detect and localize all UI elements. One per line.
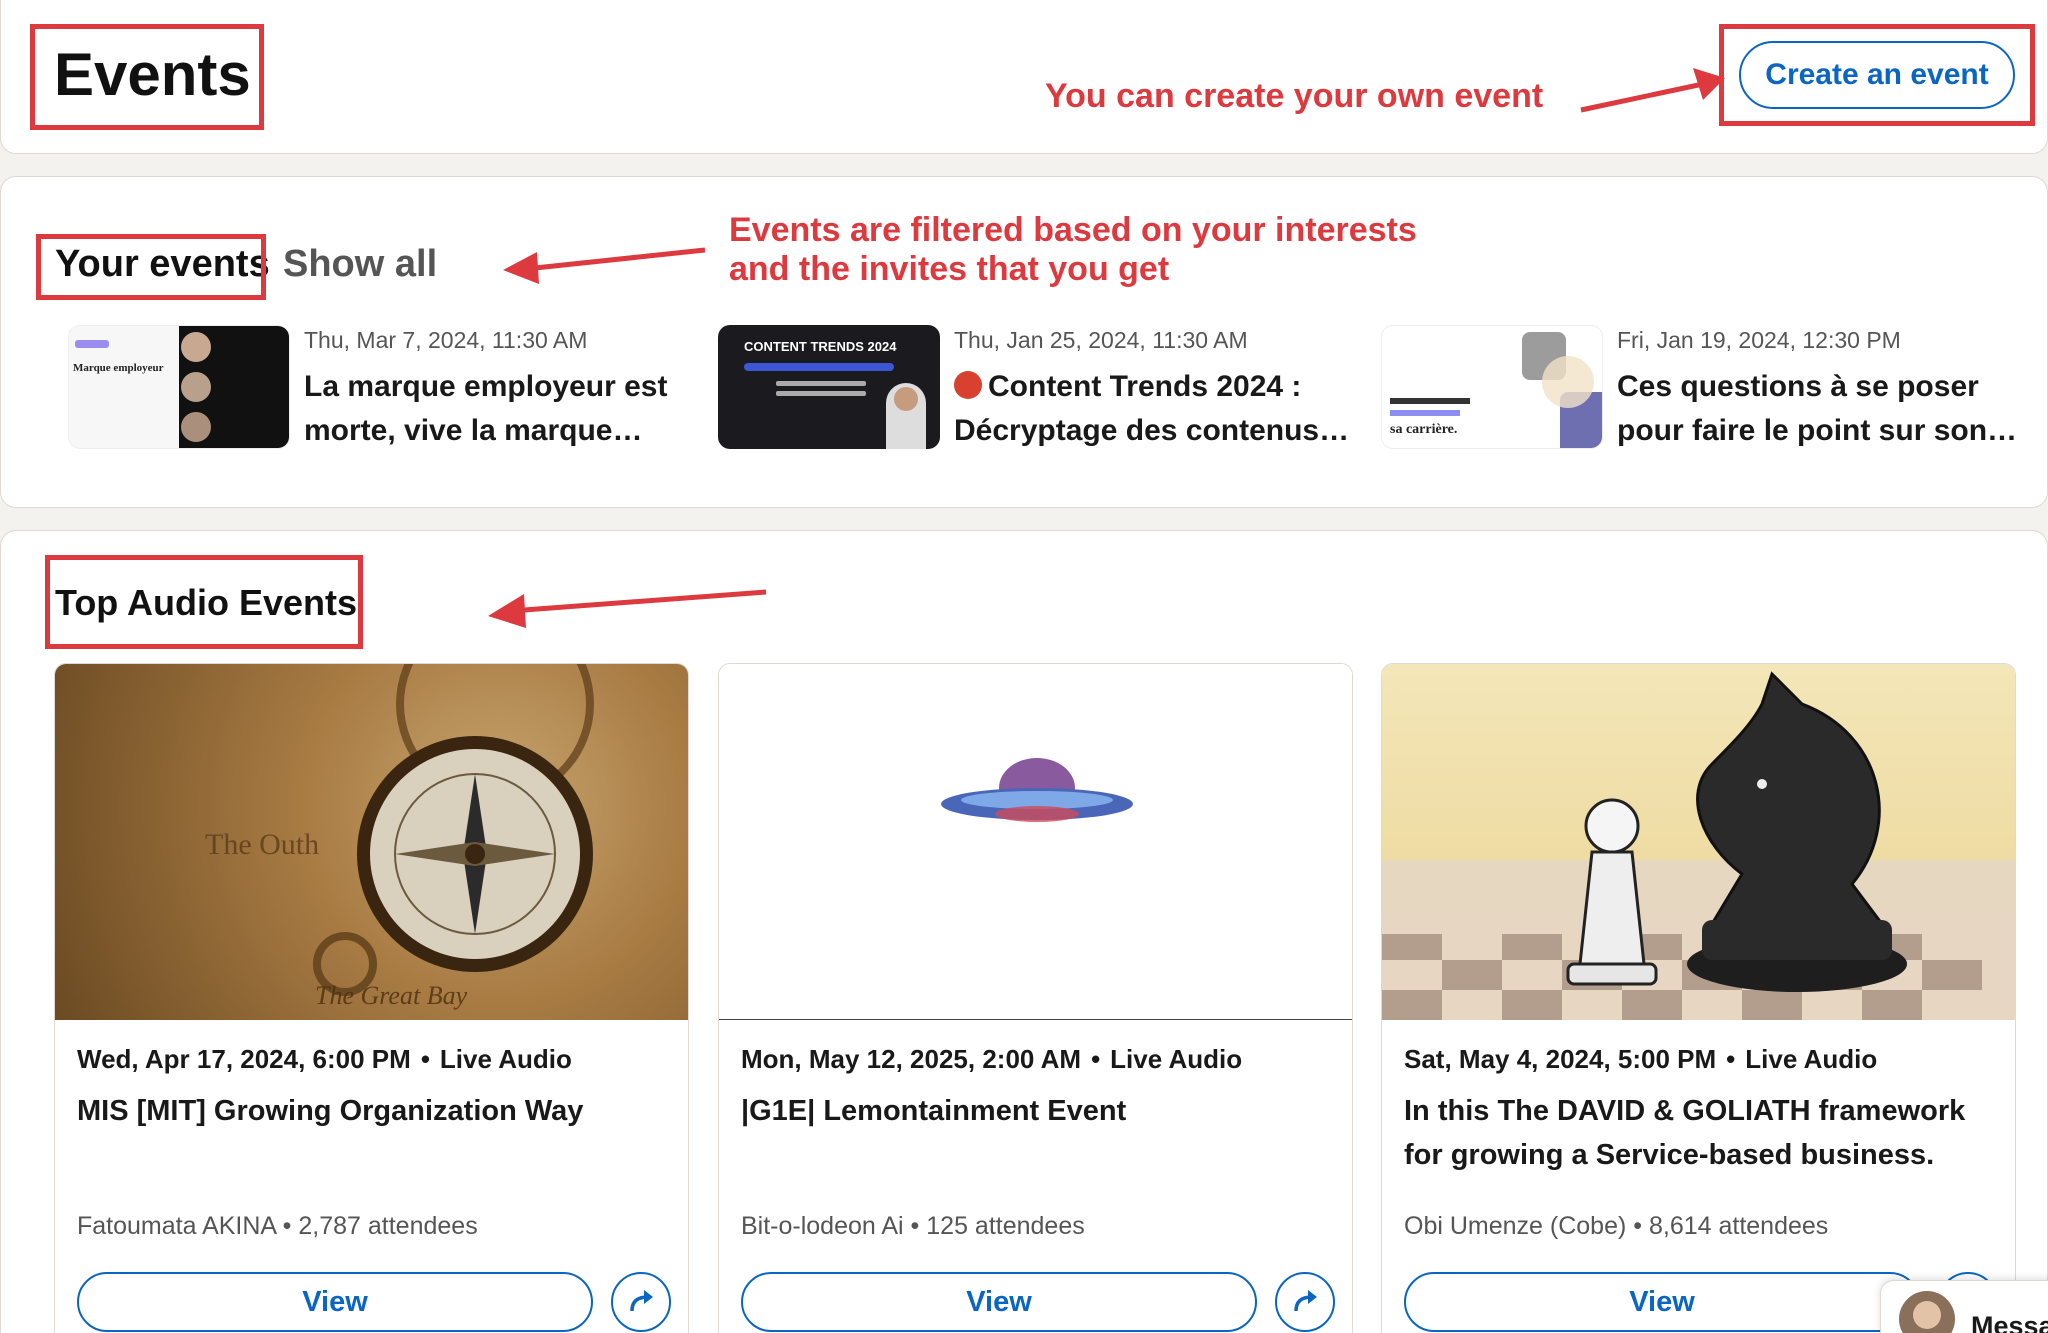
- view-button[interactable]: View: [77, 1272, 593, 1332]
- thumbnail-caption: sa carrière.: [1390, 422, 1458, 437]
- event-title[interactable]: |G1E| Lemontainment Event: [741, 1089, 1331, 1133]
- share-button[interactable]: [611, 1272, 671, 1332]
- annotation-box-title: [30, 24, 264, 130]
- event-type: Live Audio: [1110, 1044, 1243, 1074]
- event-date: Thu, Mar 7, 2024, 11:30 AM: [304, 327, 588, 353]
- event-host: Fatoumata AKINA: [77, 1212, 276, 1240]
- event-type: Live Audio: [439, 1044, 572, 1074]
- thumbnail-caption: CONTENT TRENDS 2024: [744, 339, 897, 354]
- event-type: Live Audio: [1745, 1044, 1878, 1074]
- event-thumbnail: CONTENT TRENDS 2024: [718, 325, 940, 449]
- messaging-label: Messa: [1971, 1311, 2048, 1333]
- event-date: Thu, Jan 25, 2024, 11:30 AM: [954, 327, 1248, 353]
- your-event-item[interactable]: Marque employeur Thu, Mar 7, 2024, 11:30…: [68, 325, 718, 451]
- event-title[interactable]: Content Trends 2024 : Décryptage des con…: [954, 365, 1374, 453]
- event-date: Mon, May 12, 2025, 2:00 AM: [741, 1044, 1082, 1074]
- attendee-count: 2,787 attendees: [298, 1212, 478, 1240]
- event-meta: Wed, Apr 17, 2024, 6:00 PM • Live Audio: [77, 1044, 572, 1074]
- share-arrow-icon: [1294, 1290, 1317, 1312]
- event-meta: Mon, May 12, 2025, 2:00 AM • Live Audio: [741, 1044, 1243, 1074]
- event-host-attendees: Obi Umenze (Cobe) • 8,614 attendees: [1404, 1212, 1829, 1240]
- messaging-tray[interactable]: Messa: [1880, 1280, 2048, 1333]
- event-thumbnail: sa carrière.: [1381, 325, 1603, 449]
- avatar: [1899, 1291, 1955, 1333]
- annotation-filter-line1: Events are filtered based on your intere…: [729, 211, 1417, 249]
- event-date: Fri, Jan 19, 2024, 12:30 PM: [1617, 327, 1901, 353]
- stop-sign-icon: [954, 371, 982, 399]
- event-title[interactable]: Ces questions à se poser pour faire le p…: [1617, 365, 2037, 453]
- attendee-count: 8,614 attendees: [1648, 1212, 1829, 1240]
- event-thumbnail: Marque employeur: [68, 325, 290, 449]
- svg-text:The Great Bay: The Great Bay: [315, 981, 468, 1010]
- annotation-box-top-audio: [45, 555, 363, 649]
- event-date: Sat, May 4, 2024, 5:00 PM: [1404, 1044, 1717, 1074]
- view-button[interactable]: View: [741, 1272, 1257, 1332]
- annotation-filter-line2: and the invites that you get: [729, 250, 1170, 288]
- your-event-item[interactable]: CONTENT TRENDS 2024 Thu, Jan 25, 2024, 1…: [718, 325, 1368, 451]
- event-host-attendees: Bit-o-lodeon Ai • 125 attendees: [741, 1212, 1085, 1240]
- ufo-image: [719, 664, 1352, 1020]
- annotation-arrow-top-audio: [488, 589, 767, 628]
- annotation-box-your-events: [36, 234, 266, 300]
- event-host-attendees: Fatoumata AKINA • 2,787 attendees: [77, 1212, 478, 1240]
- event-meta: Sat, May 4, 2024, 5:00 PM • Live Audio: [1404, 1044, 1878, 1074]
- thumbnail-caption: Marque employeur: [73, 362, 164, 374]
- annotation-box-create: [1719, 24, 2035, 126]
- event-card[interactable]: Sat, May 4, 2024, 5:00 PM • Live Audio In …: [1381, 663, 2016, 1333]
- your-event-item[interactable]: sa carrière. Fri, Jan 19, 2024, 12:30 PM…: [1381, 325, 2031, 451]
- annotation-create: You can create your own event: [1045, 77, 1544, 115]
- event-date: Wed, Apr 17, 2024, 6:00 PM: [77, 1044, 411, 1074]
- event-title[interactable]: In this The DAVID & GOLIATH framework fo…: [1404, 1089, 1994, 1177]
- event-card[interactable]: The Outh The Great Bay Wed, Apr 17, 2024…: [54, 663, 689, 1333]
- event-title[interactable]: La marque employeur est morte, vive la m…: [304, 365, 724, 453]
- annotation-arrow-create: [1580, 68, 1725, 113]
- share-button[interactable]: [1275, 1272, 1335, 1332]
- annotation-arrow-filter: [503, 247, 706, 284]
- compass-map-image: The Outh The Great Bay: [55, 664, 688, 1020]
- svg-text:The Outh: The Outh: [205, 828, 319, 861]
- event-host: Bit-o-lodeon Ai: [741, 1212, 904, 1240]
- share-arrow-icon: [630, 1290, 653, 1312]
- event-title-text: Content Trends 2024 : Décryptage des con…: [954, 370, 1350, 447]
- show-all-link[interactable]: Show all: [283, 243, 437, 286]
- event-title[interactable]: MIS [MIT] Growing Organization Way: [77, 1089, 667, 1133]
- event-host: Obi Umenze (Cobe): [1404, 1212, 1627, 1240]
- chess-image: [1382, 664, 2015, 1020]
- event-card[interactable]: Mon, May 12, 2025, 2:00 AM • Live Audio |G…: [718, 663, 1353, 1333]
- view-button[interactable]: View: [1404, 1272, 1920, 1332]
- attendee-count: 125 attendees: [926, 1212, 1085, 1240]
